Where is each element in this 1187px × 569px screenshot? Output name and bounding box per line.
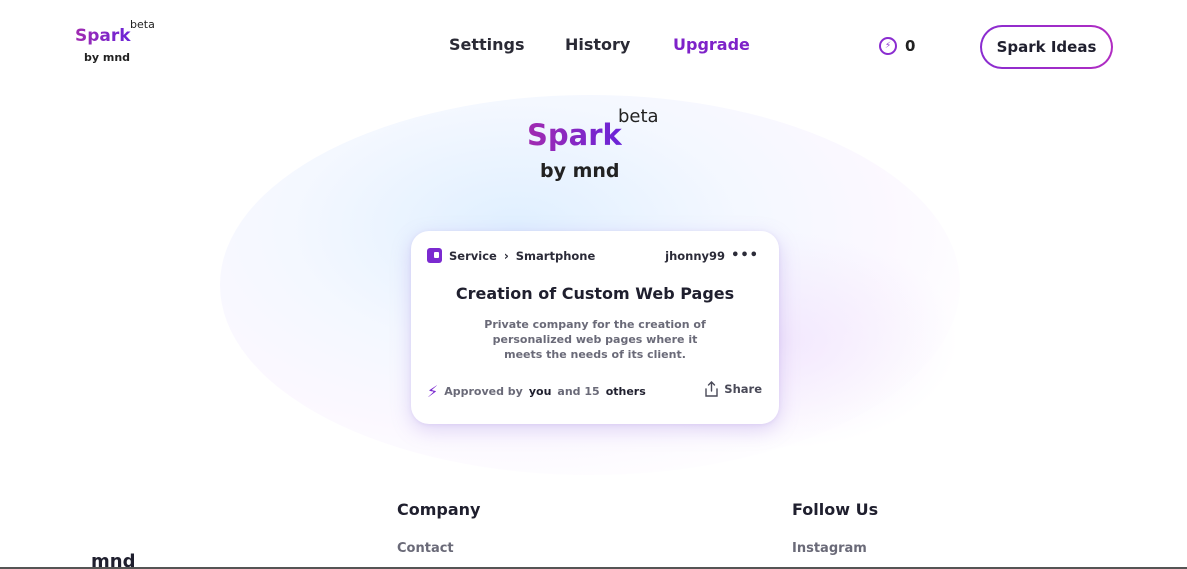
approved-others: others bbox=[605, 385, 646, 398]
logo-beta-text: beta bbox=[130, 18, 155, 31]
spark-ideas-label: Spark Ideas bbox=[982, 27, 1111, 67]
card-description: Private company for the creation of pers… bbox=[484, 318, 706, 361]
nav-settings[interactable]: Settings bbox=[449, 35, 525, 57]
lightning-coin-icon: ⚡ bbox=[879, 37, 897, 55]
logo-spark-text: Spark bbox=[75, 26, 131, 46]
approved-prefix: Approved by bbox=[444, 385, 523, 398]
footer-link-contact[interactable]: Contact bbox=[397, 541, 454, 556]
service-icon bbox=[427, 248, 442, 263]
spark-ideas-button[interactable]: Spark Ideas bbox=[980, 25, 1113, 69]
logo-byline: by mnd bbox=[84, 51, 131, 64]
lightning-bolt-icon: ⚡ bbox=[427, 382, 439, 401]
hero-logo-spark-text: Spark bbox=[527, 118, 622, 152]
hero-logo-beta-text: beta bbox=[618, 106, 659, 127]
card-user: jhonny99 ••• bbox=[665, 248, 759, 263]
nav-history[interactable]: History bbox=[565, 35, 630, 57]
approved-middle: and 15 bbox=[557, 385, 600, 398]
share-label: Share bbox=[724, 382, 762, 396]
credits-value: 0 bbox=[905, 37, 916, 55]
chevron-right-icon: › bbox=[503, 248, 509, 263]
idea-card[interactable]: Service › Smartphone jhonny99 ••• Creati… bbox=[411, 231, 779, 424]
footer-company-title: Company bbox=[397, 500, 481, 519]
card-username[interactable]: jhonny99 bbox=[665, 249, 725, 263]
footer-follow-title: Follow Us bbox=[792, 500, 879, 519]
footer-link-instagram[interactable]: Instagram bbox=[792, 541, 867, 556]
share-icon bbox=[705, 381, 718, 397]
card-subcategory: Smartphone bbox=[515, 248, 596, 263]
card-category: Service bbox=[449, 248, 497, 263]
nav-upgrade[interactable]: Upgrade bbox=[673, 35, 750, 57]
approved-you: you bbox=[528, 385, 552, 398]
more-dots-icon[interactable]: ••• bbox=[731, 248, 759, 263]
credits-counter[interactable]: ⚡ 0 bbox=[879, 35, 915, 57]
card-approvals[interactable]: ⚡ Approved by you and 15 others bbox=[427, 382, 646, 401]
hero-logo: Spark beta by mnd bbox=[527, 106, 687, 188]
header: Spark beta by mnd Settings History Upgra… bbox=[0, 0, 1187, 90]
logo[interactable]: Spark beta by mnd bbox=[75, 18, 175, 72]
card-title: Creation of Custom Web Pages bbox=[455, 284, 735, 303]
share-button[interactable]: Share bbox=[705, 381, 762, 397]
card-category-breadcrumb[interactable]: Service › Smartphone bbox=[427, 248, 595, 263]
hero-logo-byline: by mnd bbox=[540, 160, 620, 182]
